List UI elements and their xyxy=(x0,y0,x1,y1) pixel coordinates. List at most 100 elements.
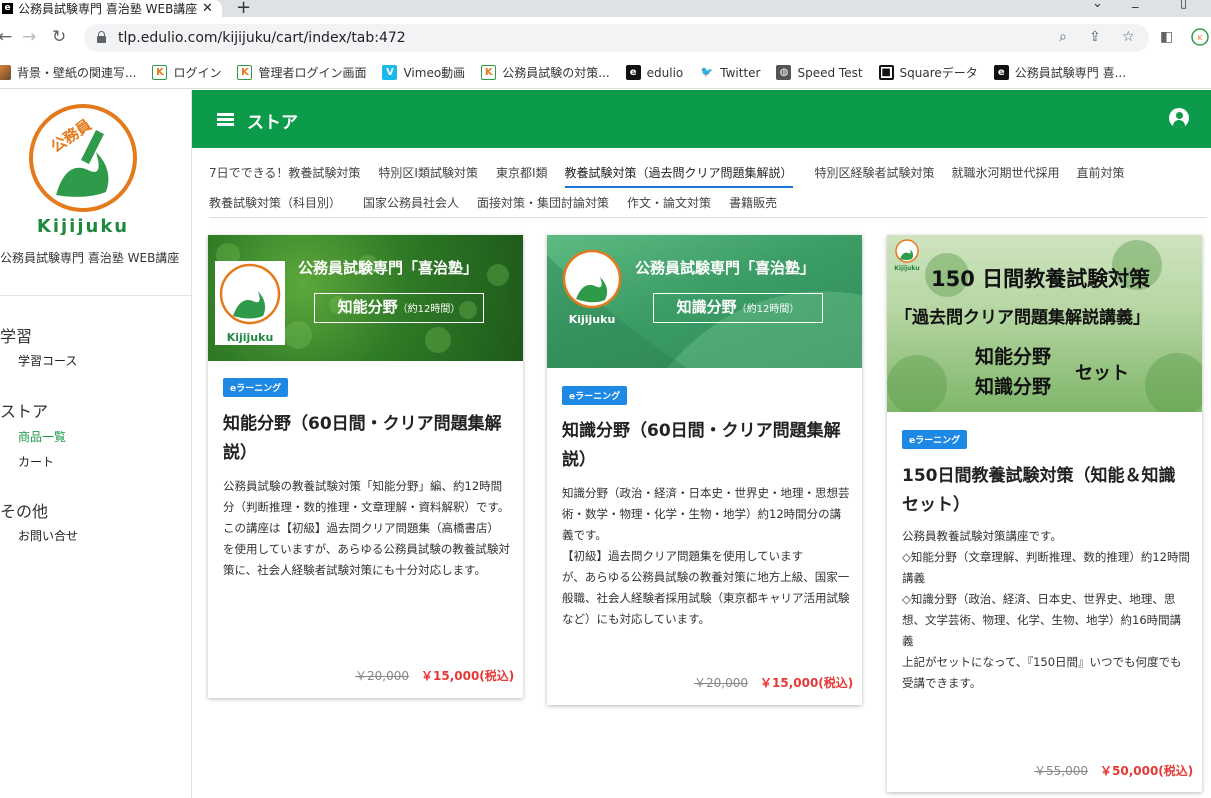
bookmark-item[interactable]: e edulio xyxy=(625,65,684,80)
kijijuku-banner-logo: Kijijuku xyxy=(562,249,622,326)
tab-category[interactable]: 東京都Ⅰ類 xyxy=(496,164,548,188)
bookmark-label: edulio xyxy=(646,65,684,80)
svg-text:Kijijuku: Kijijuku xyxy=(569,313,616,326)
tabs-divider xyxy=(209,217,1207,218)
bookmark-item[interactable]: V Vimeo動画 xyxy=(382,64,465,81)
svg-text:K: K xyxy=(1198,34,1203,42)
product-description: 知識分野（政治・経済・日本史・世界史・地理・思想芸術・数学・物理・化学・生物・地… xyxy=(562,486,850,626)
tab-category-active[interactable]: 教養試験対策（過去問クリア問題集解説） xyxy=(564,164,793,188)
tab-category[interactable]: 国家公務員社会人 xyxy=(363,194,459,211)
share-icon[interactable]: ⇪ xyxy=(1089,29,1101,45)
bookmark-label: 管理者ログイン画面 xyxy=(258,66,367,80)
zoom-icon[interactable]: ⌕ xyxy=(1059,29,1067,45)
school-name: 公務員試験専門 喜治塾 WEB講座 xyxy=(0,251,180,265)
sidebar-item-contact[interactable]: お問い合せ xyxy=(18,527,78,544)
tab-category[interactable]: 作文・論文対策 xyxy=(627,194,711,211)
banner-line-1: 150 日間教養試験対策 xyxy=(931,267,1151,291)
bookmark-label: Twitter xyxy=(720,65,761,80)
chevron-down-icon[interactable]: ⌄ xyxy=(1092,0,1103,11)
product-description: 公務員試験の教養試験対策「知能分野」編、約12時間分（判断推理・数的推理・文章理… xyxy=(223,479,510,577)
tab-category[interactable]: 特別区Ⅰ類試験対策 xyxy=(378,164,478,188)
browser-tab[interactable]: e 公務員試験専門 喜治塾 WEB講座 ✕ xyxy=(0,0,222,17)
url-text[interactable]: tlp.edulio.com/kijijuku/cart/index/tab:4… xyxy=(118,30,406,46)
profile-avatar-icon[interactable]: K xyxy=(1190,27,1210,51)
bookmark-item[interactable]: K 管理者ログイン画面 xyxy=(237,64,366,81)
product-title[interactable]: 150日間教養試験対策（知能＆知識セット） xyxy=(902,462,1192,520)
product-card[interactable]: Kijijuku 公務員試験専門「喜治塾」 知能分野（約12時間） eラーニング… xyxy=(208,235,523,698)
kijijuku-icon: K xyxy=(152,65,168,80)
edulio-favicon-icon: e xyxy=(2,3,13,14)
bookmarks-bar: 背景・壁紙の関連写... K ログイン K 管理者ログイン画面 V Vimeo動… xyxy=(0,57,1211,89)
product-banner-image: Kijijuku 公務員試験専門「喜治塾」 知能分野（約12時間） xyxy=(208,235,523,361)
account-icon[interactable] xyxy=(1169,108,1189,128)
banner-line-4: 知識分野 xyxy=(975,376,1052,398)
bookmark-label: ログイン xyxy=(173,66,222,80)
bookmark-item[interactable]: ◍ Speed Test xyxy=(776,65,863,80)
store-header: ストア xyxy=(192,90,1211,148)
sidebar-divider xyxy=(0,295,191,296)
back-arrow-icon[interactable]: ← xyxy=(0,27,12,47)
sidebar-section-other: その他 xyxy=(0,502,49,521)
sidebar-item-cart[interactable]: カート xyxy=(18,453,54,470)
banner-subject-box: 知識分野（約12時間） xyxy=(653,293,823,323)
banner-line-2: 「過去問クリア問題集解説講義」 xyxy=(895,308,1150,328)
banner-subject: 知識分野 xyxy=(676,298,737,316)
edulio-icon: e xyxy=(993,65,1009,80)
forward-arrow-icon[interactable]: → xyxy=(22,27,36,47)
menu-icon[interactable] xyxy=(217,113,234,126)
sale-price: ￥50,000(税込) xyxy=(1100,764,1194,778)
globe-icon: ◍ xyxy=(776,65,792,80)
browser-tab-title: 公務員試験専門 喜治塾 WEB講座 xyxy=(18,2,198,16)
elearning-badge: eラーニング xyxy=(562,386,628,405)
tab-category[interactable]: 7日でできる！教養試験対策 xyxy=(209,164,360,188)
banner-set: セット xyxy=(1075,363,1129,384)
tab-category[interactable]: 直前対策 xyxy=(1077,164,1125,188)
restore-icon[interactable]: ▯ xyxy=(1180,0,1187,11)
bookmark-item[interactable]: ■ Squareデータ xyxy=(878,64,978,81)
minimize-icon[interactable]: _ xyxy=(1132,0,1139,9)
original-price: ￥20,000 xyxy=(694,676,748,690)
tab-close-icon[interactable]: ✕ xyxy=(202,1,213,16)
sidebar-item-courses[interactable]: 学習コース xyxy=(18,352,77,369)
tab-category[interactable]: 就職氷河期世代採用 xyxy=(952,164,1060,188)
bookmark-item[interactable]: 🐦 Twitter xyxy=(699,65,761,80)
bookmark-item[interactable]: 背景・壁紙の関連写... xyxy=(0,64,136,81)
bookmark-item[interactable]: K ログイン xyxy=(152,64,221,81)
address-bar[interactable]: tlp.edulio.com/kijijuku/cart/index/tab:4… xyxy=(84,24,1149,52)
original-price: ￥20,000 xyxy=(355,669,409,683)
bookmark-label: 公務員試験の対策... xyxy=(502,66,610,80)
browser-toolbar: ← → ↻ tlp.edulio.com/kijijuku/cart/index… xyxy=(0,17,1211,57)
bookmark-item[interactable]: K 公務員試験の対策... xyxy=(481,64,610,81)
product-card[interactable]: Kijijuku 150 日間教養試験対策 「過去問クリア問題集解説講義」 知能… xyxy=(887,235,1202,792)
tab-category[interactable]: 書籍販売 xyxy=(729,194,777,211)
product-title[interactable]: 知識分野（60日間・クリア問題集解説） xyxy=(562,417,849,475)
new-tab-button[interactable]: + xyxy=(236,0,251,18)
sidebar-section-learning: 学習 xyxy=(0,327,33,346)
svg-text:Kijijuku: Kijijuku xyxy=(37,216,129,235)
bookmark-item[interactable]: e 公務員試験専門 喜... xyxy=(993,64,1126,81)
kijijuku-banner-logo: Kijijuku xyxy=(215,261,285,345)
banner-subject-box: 知能分野（約12時間） xyxy=(314,293,484,323)
kijijuku-logo[interactable]: 公務員 Kijijuku xyxy=(26,100,141,235)
bookmark-label: Vimeo動画 xyxy=(403,66,466,80)
reload-icon[interactable]: ↻ xyxy=(52,27,66,47)
svg-text:Kijijuku: Kijijuku xyxy=(227,331,274,344)
product-title[interactable]: 知能分野（60日間・クリア問題集解説） xyxy=(223,410,510,468)
original-price: ￥55,000 xyxy=(1034,764,1088,778)
sidebar-item-products[interactable]: 商品一覧 xyxy=(18,428,66,445)
elearning-badge: eラーニング xyxy=(223,378,289,397)
sidebar-section-store: ストア xyxy=(0,402,49,421)
product-card[interactable]: Kijijuku 公務員試験専門「喜治塾」 知識分野（約12時間） eラーニング… xyxy=(547,235,862,705)
tab-category[interactable]: 教養試験対策（科目別） xyxy=(209,194,341,211)
tab-category[interactable]: 面接対策・集団討論対策 xyxy=(477,194,609,211)
bookmark-label: 背景・壁紙の関連写... xyxy=(17,66,137,80)
banner-school-line: 公務員試験専門「喜治塾」 xyxy=(635,259,816,277)
banner-subject: 知能分野 xyxy=(337,298,398,316)
product-description: 公務員教養試験対策講座です。 ◇知能分野（文章理解、判断推理、数的推理）約12時… xyxy=(902,529,1190,690)
image-thumb-icon xyxy=(0,65,11,80)
bookmark-label: Speed Test xyxy=(797,65,863,80)
side-panel-icon[interactable]: ◧ xyxy=(1160,29,1173,45)
kijijuku-icon: K xyxy=(481,65,497,80)
tab-category[interactable]: 特別区経験者試験対策 xyxy=(815,164,935,188)
bookmark-star-icon[interactable]: ☆ xyxy=(1122,29,1135,45)
